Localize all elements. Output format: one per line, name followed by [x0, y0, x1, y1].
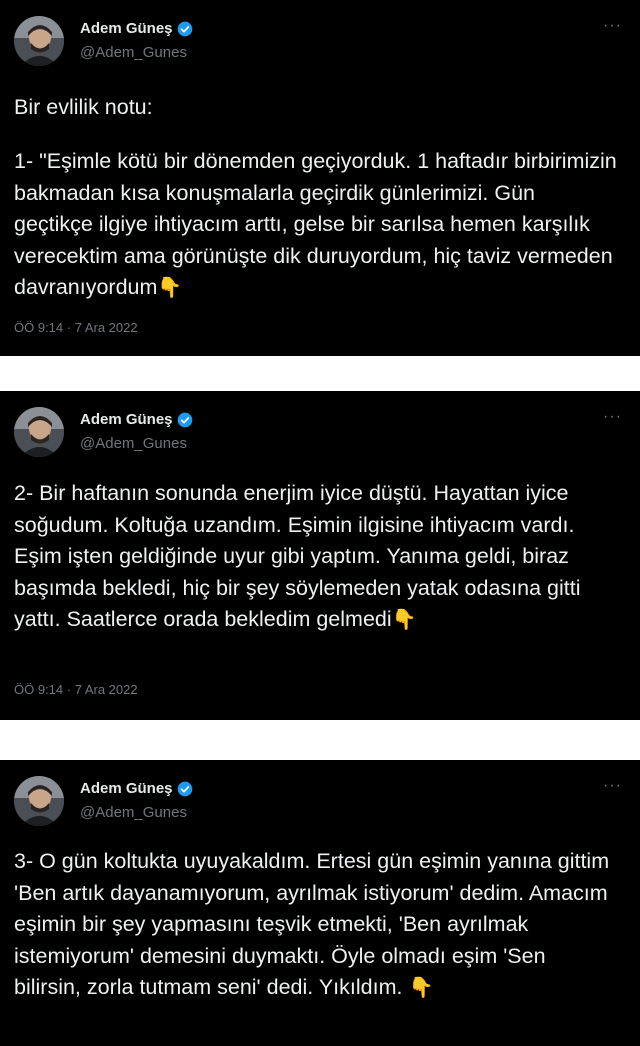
- verified-badge-icon: [177, 781, 192, 796]
- backhand-index-pointing-down-emoji: 👇: [391, 609, 417, 631]
- tweet-text: 2- Bir haftanın sonunda enerjim iyice dü…: [14, 478, 618, 637]
- tweet-card-2[interactable]: Adem Güneş @Adem_Gunes ··· 2- Bir haftan…: [0, 391, 640, 720]
- tweet-intro: Bir evlilik notu:: [14, 95, 153, 119]
- more-dots-icon[interactable]: ···: [603, 778, 622, 794]
- more-dots-icon[interactable]: ···: [603, 409, 622, 425]
- tweet-card-3[interactable]: Adem Güneş @Adem_Gunes ··· 3- O gün kolt…: [0, 760, 640, 1046]
- verified-badge-icon: [177, 21, 192, 36]
- verified-badge-icon: [177, 412, 192, 427]
- author-name[interactable]: Adem Güneş: [80, 780, 173, 797]
- tweet-text: 3- O gün koltukta uyuyakaldım. Ertesi gü…: [14, 846, 618, 1005]
- avatar[interactable]: [14, 776, 64, 826]
- avatar[interactable]: [14, 407, 64, 457]
- tweet-text-content: 2- Bir haftanın sonunda enerjim iyice dü…: [14, 481, 581, 631]
- more-dots-icon[interactable]: ···: [603, 18, 622, 34]
- tweet-timestamp[interactable]: ÖÖ 9:14 · 7 Ara 2022: [14, 682, 138, 697]
- author-name[interactable]: Adem Güneş: [80, 411, 173, 428]
- author-handle[interactable]: @Adem_Gunes: [80, 435, 187, 452]
- author-handle[interactable]: @Adem_Gunes: [80, 804, 187, 821]
- author-handle[interactable]: @Adem_Gunes: [80, 44, 187, 61]
- tweet-card-1[interactable]: Adem Güneş @Adem_Gunes ··· Bir evlilik n…: [0, 0, 640, 356]
- tweet-text: 1- "Eşimle kötü bir dönemden geçiyorduk.…: [14, 146, 618, 305]
- avatar[interactable]: [14, 16, 64, 66]
- backhand-index-pointing-down-emoji: 👇: [408, 977, 434, 999]
- tweet-text-content: 1- "Eşimle kötü bir dönemden geçiyorduk.…: [14, 149, 617, 299]
- tweet-timestamp[interactable]: ÖÖ 9:14 · 7 Ara 2022: [14, 320, 138, 335]
- author-name[interactable]: Adem Güneş: [80, 20, 173, 37]
- tweet-text-content: 3- O gün koltukta uyuyakaldım. Ertesi gü…: [14, 849, 610, 999]
- backhand-index-pointing-down-emoji: 👇: [157, 277, 183, 299]
